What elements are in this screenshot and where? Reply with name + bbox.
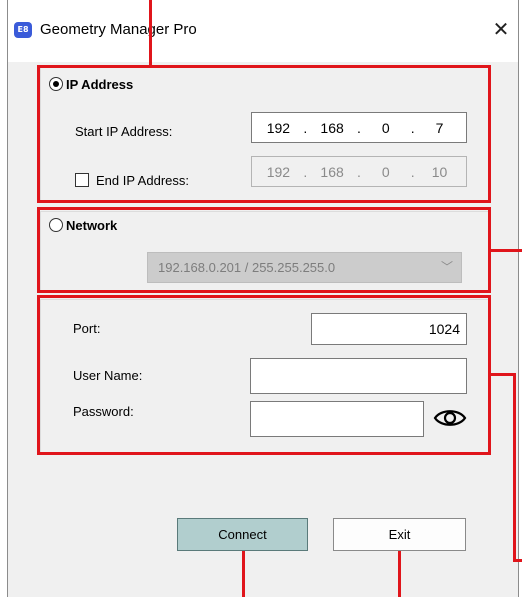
exit-button[interactable]: Exit	[333, 518, 466, 551]
annotation-line	[491, 249, 522, 252]
annotation-line	[513, 559, 522, 562]
annotation-line	[242, 551, 245, 597]
annotation-line	[513, 373, 516, 562]
app-logo-icon: E8	[14, 22, 32, 38]
annotation-line	[149, 0, 152, 68]
window-title: Geometry Manager Pro	[40, 21, 197, 38]
connect-button[interactable]: Connect	[177, 518, 308, 551]
highlight-credentials-section	[37, 295, 491, 455]
highlight-ip-section	[37, 65, 491, 203]
annotation-line	[398, 551, 401, 597]
highlight-network-section	[37, 207, 491, 293]
close-button[interactable]: ✕	[486, 14, 516, 44]
title-bar: E8 Geometry Manager Pro ✕	[8, 0, 518, 62]
